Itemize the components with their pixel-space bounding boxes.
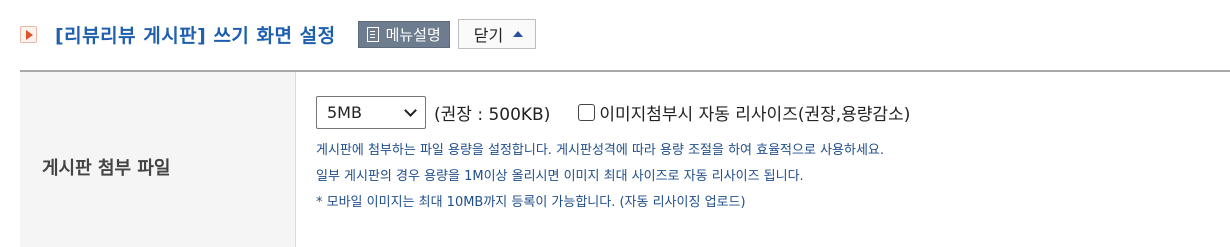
file-size-value: 5MB [327,102,362,122]
close-button[interactable]: 닫기 [457,19,537,49]
help-line: 게시판에 첨부하는 파일 용량을 설정합니다. 게시판성격에 따라 용량 조절을… [316,143,885,158]
recommend-text: (권장 : 500KB) [434,104,551,125]
label-cell: 게시판 첨부 파일 [20,72,296,247]
help-line: * 모바일 이미지는 최대 10MB까지 등록이 가능합니다. (자동 리사이징… [316,195,746,210]
document-icon [366,26,379,42]
settings-table: 게시판 첨부 파일 5MB (권장 : 500KB) 이미지첨부시 자동 리사이… [20,70,1230,247]
help-text: 게시판에 첨부하는 파일 용량을 설정합니다. 게시판성격에 따라 용량 조절을… [316,138,1230,216]
close-label: 닫기 [473,26,504,45]
menu-description-button[interactable]: 메뉴설명 [357,20,450,48]
section-header: [리뷰리뷰 게시판] 쓰기 화면 설정 메뉴설명 닫기 [20,14,537,54]
play-icon [20,25,37,43]
auto-resize-label[interactable]: 이미지첨부시 자동 리사이즈(권장,용량감소) [599,100,910,125]
content-cell: 5MB (권장 : 500KB) 이미지첨부시 자동 리사이즈(권장,용량감소)… [316,95,1230,216]
auto-resize-checkbox[interactable] [578,103,596,121]
controls-row: 5MB (권장 : 500KB) 이미지첨부시 자동 리사이즈(권장,용량감소) [316,95,1230,129]
attachment-label: 게시판 첨부 파일 [42,158,171,179]
page-title: [리뷰리뷰 게시판] 쓰기 화면 설정 [55,24,336,47]
file-size-select[interactable]: 5MB [316,95,426,129]
help-line: 일부 게시판의 경우 용량을 1M이상 올리시면 이미지 최대 사이즈로 자동 … [316,169,804,184]
chevron-down-icon [404,103,417,117]
menu-description-label: 메뉴설명 [385,25,441,44]
chevron-up-icon [513,31,524,37]
